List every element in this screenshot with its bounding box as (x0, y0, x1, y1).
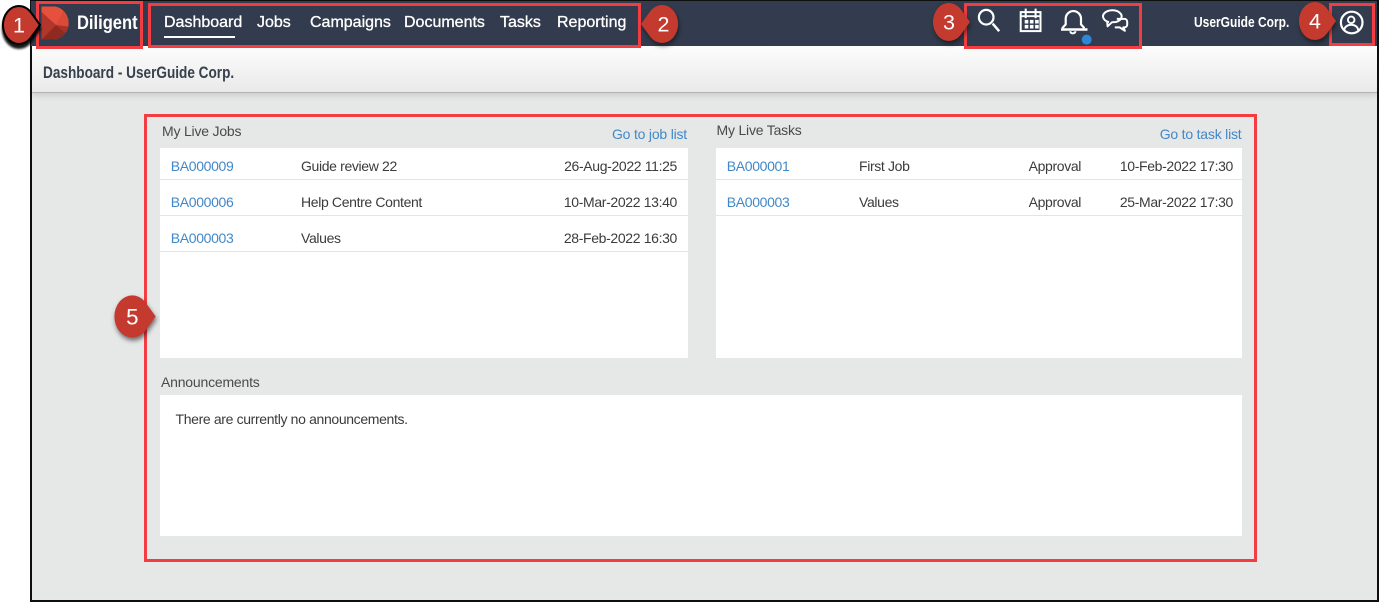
svg-text:1: 1 (13, 14, 25, 38)
svg-text:5: 5 (126, 304, 138, 329)
svg-text:2: 2 (657, 12, 669, 36)
svg-text:4: 4 (1309, 10, 1321, 34)
svg-text:3: 3 (943, 10, 955, 34)
